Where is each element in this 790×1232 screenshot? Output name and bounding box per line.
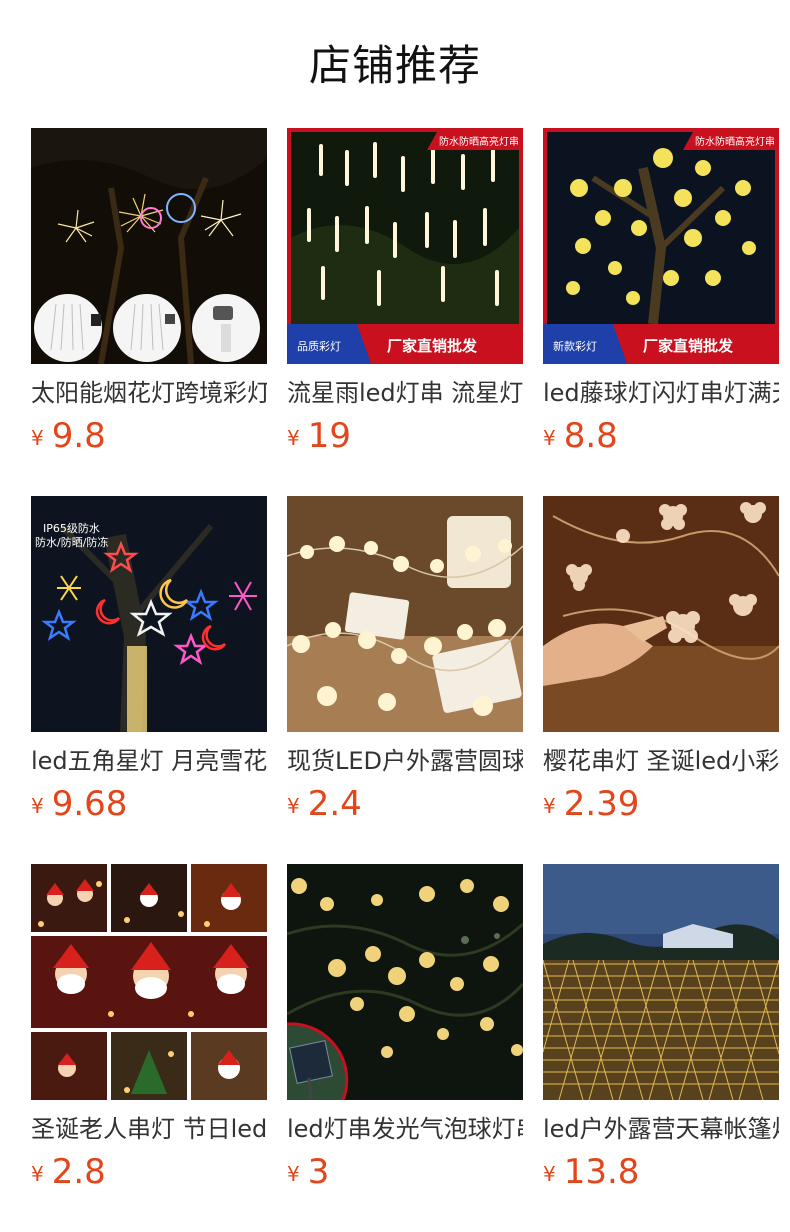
banner-right-text: 厂家直销批发 [387,337,478,355]
currency-symbol: ¥ [31,426,44,450]
product-name[interactable]: led藤球灯闪灯串灯满天星 [543,376,779,410]
product-name[interactable]: 圣诞老人串灯 节日led灯 [31,1112,267,1146]
product-price: ¥9.68 [31,784,267,830]
currency-symbol: ¥ [287,1162,300,1186]
price-value: 13.8 [563,1152,640,1192]
currency-symbol: ¥ [31,794,44,818]
product-price: ¥2.4 [287,784,523,830]
star-moon-lights-image[interactable]: IP65级防水 防水/防晒/防冻 [31,496,267,732]
product-name[interactable]: led五角星灯 月亮雪花灯 [31,744,267,778]
currency-symbol: ¥ [31,1162,44,1186]
product-card[interactable]: 圣诞老人串灯 节日led灯 ¥2.8 [31,864,267,1232]
product-price: ¥19 [287,416,523,462]
product-price: ¥8.8 [543,416,779,462]
product-card[interactable]: IP65级防水 防水/防晒/防冻 led五角星灯 月亮雪花灯 ¥ 9.68 [31,496,267,864]
product-card[interactable]: 防水防晒高亮灯串 新款彩灯 厂家直销批发 led藤球灯闪灯串灯满天星 ¥8.8 [543,128,779,496]
product-price: ¥9.8 [31,416,267,462]
price-value: 2.4 [307,784,362,824]
product-name[interactable]: 太阳能烟花灯跨境彩灯 [31,376,267,410]
currency-symbol: ¥ [543,426,556,450]
currency-symbol: ¥ [543,1162,556,1186]
banner-left-text: 品质彩灯 [297,340,341,353]
price-value: 9.68 [51,784,128,824]
banner-right-text: 厂家直销批发 [643,337,734,355]
price-value: 19 [307,416,351,456]
cherry-blossom-lights-image[interactable] [543,496,779,732]
product-price: ¥2.8 [31,1152,267,1198]
overlay-text-1: IP65级防水 [43,521,100,535]
product-name[interactable]: 流星雨led灯串 流星灯 [287,376,523,410]
currency-symbol: ¥ [287,794,300,818]
currency-symbol: ¥ [543,794,556,818]
product-price: ¥2.39 [543,784,779,830]
product-name[interactable]: led户外露营天幕帐篷灯 [543,1112,779,1146]
product-name[interactable]: 樱花串灯 圣诞led小彩灯 [543,744,779,778]
badge-text: 防水防晒高亮灯串 [695,135,775,148]
badge-text: 防水防晒高亮灯串 [439,135,519,148]
product-name[interactable]: 现货LED户外露营圆球灯 [287,744,523,778]
product-name[interactable]: led灯串发光气泡球灯串 [287,1112,523,1146]
product-card[interactable]: 樱花串灯 圣诞led小彩灯 ¥2.39 [543,496,779,864]
product-price: ¥13.8 [543,1152,779,1198]
page-title: 店铺推荐 [308,41,481,90]
price-value: 8.8 [563,416,618,456]
meteor-rain-lights-image[interactable]: 防水防晒高亮灯串 品质彩灯 厂家直销批发 [287,128,523,364]
santa-string-lights-image[interactable] [31,864,267,1100]
price-value: 9.8 [51,416,106,456]
fireworks-lights-image[interactable] [31,128,267,364]
currency-symbol: ¥ [287,426,300,450]
product-card[interactable]: 太阳能烟花灯跨境彩灯 ¥9.8 [31,128,267,496]
product-card[interactable]: led户外露营天幕帐篷灯 ¥13.8 [543,864,779,1232]
product-card[interactable]: 防水防晒高亮灯串 品质彩灯 厂家直销批发 流星雨led灯串 流星灯 ¥19 [287,128,523,496]
rattan-ball-lights-image[interactable]: 防水防晒高亮灯串 新款彩灯 厂家直销批发 [543,128,779,364]
product-card[interactable]: 现货LED户外露营圆球灯 ¥2.4 [287,496,523,864]
price-value: 2.8 [51,1152,106,1192]
banner-left-text: 新款彩灯 [553,339,597,353]
product-price: ¥3 [287,1152,523,1198]
overlay-text-2: 防水/防晒/防冻 [35,535,108,549]
price-value: 2.39 [563,784,640,824]
store-recommendation-page: 店铺推荐 太阳能烟花灯跨境彩灯 ¥ 9.8 防水防晒高亮灯串 品质彩灯 厂家直销… [0,0,790,1232]
bubble-ball-lights-image[interactable] [287,864,523,1100]
net-lights-image[interactable] [543,864,779,1100]
ball-string-lights-image[interactable] [287,496,523,732]
product-card[interactable]: led灯串发光气泡球灯串 ¥3 [287,864,523,1232]
product-grid: 太阳能烟花灯跨境彩灯 ¥9.8 防水防晒高亮灯串 品质彩灯 厂家直销批发 流星雨… [31,128,790,1232]
price-value: 3 [307,1152,330,1192]
